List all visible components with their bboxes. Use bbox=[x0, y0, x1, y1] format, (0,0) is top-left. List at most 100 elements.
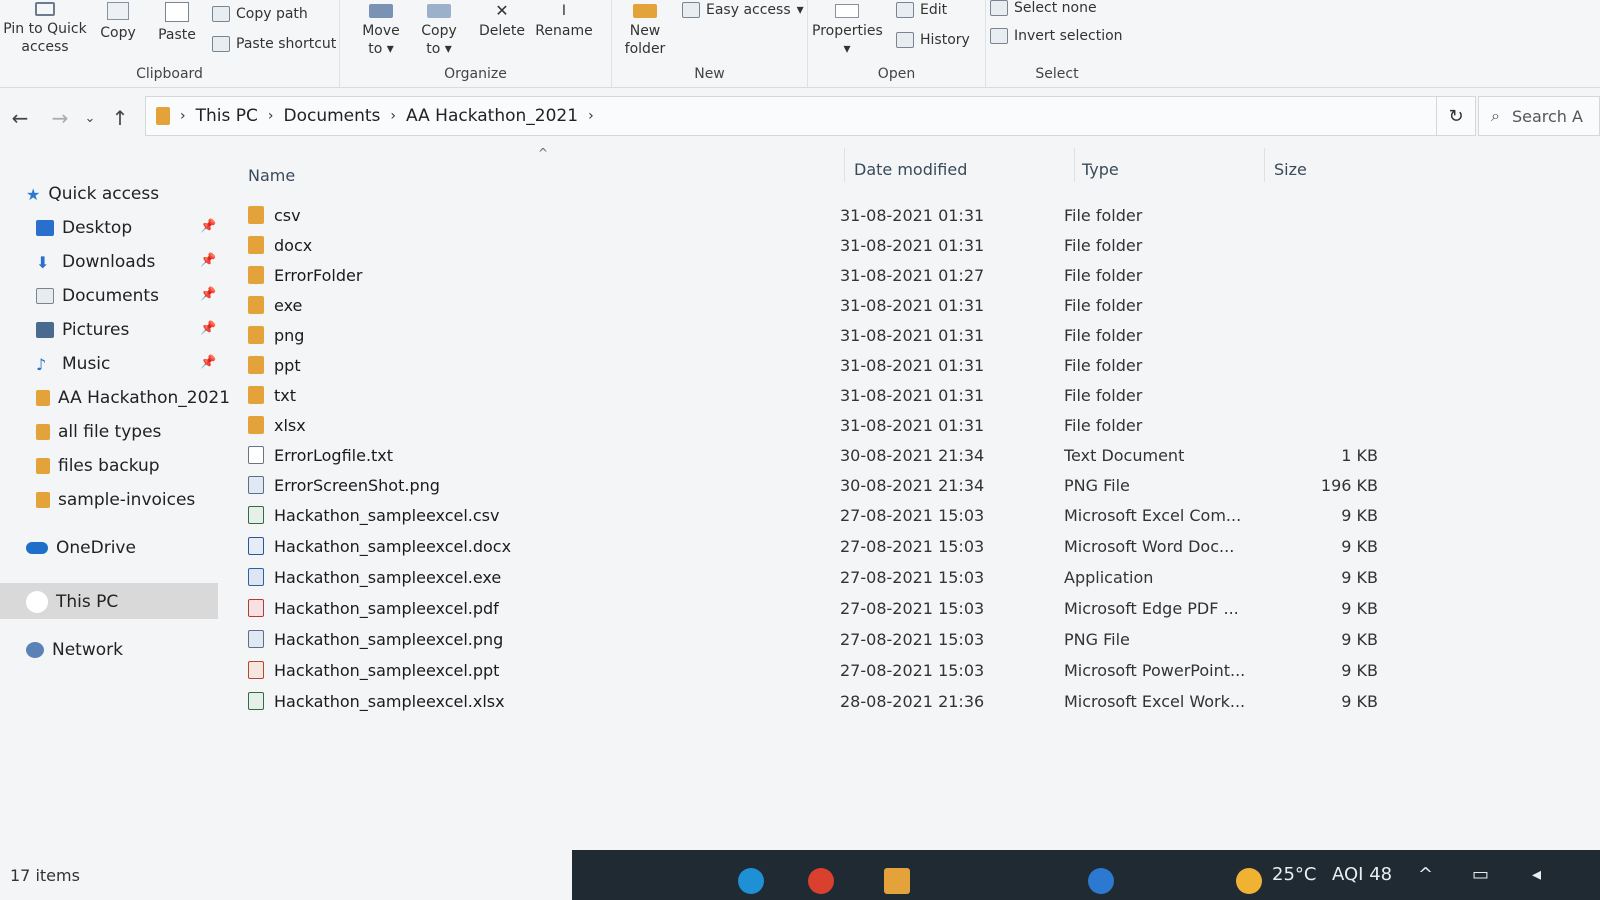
file-type: Microsoft Word Doc... bbox=[1064, 536, 1235, 556]
rename-button[interactable]: I Rename bbox=[534, 4, 594, 40]
file-date: 27-08-2021 15:03 bbox=[840, 567, 985, 587]
file-size: 9 KB bbox=[1341, 567, 1378, 587]
list-item[interactable]: ErrorLogfile.txt 30-08-2021 21:34 Text D… bbox=[248, 440, 1408, 470]
nav-item-all-file-types[interactable]: all file types bbox=[36, 418, 161, 446]
nav-label: Pictures bbox=[62, 320, 130, 340]
copy-button[interactable]: Copy bbox=[96, 2, 140, 42]
column-header-date[interactable]: Date modified bbox=[854, 152, 1064, 186]
nav-onedrive[interactable]: OneDrive bbox=[26, 534, 136, 562]
file-name: ErrorLogfile.txt bbox=[248, 440, 828, 470]
list-item[interactable]: Hackathon_sampleexcel.png 27-08-2021 15:… bbox=[248, 624, 1408, 654]
nav-item-sample-invoices[interactable]: sample-invoices bbox=[36, 486, 195, 514]
pin-icon bbox=[35, 2, 55, 16]
show-hidden-icons-icon[interactable]: ^ bbox=[1418, 864, 1433, 885]
file-date: 31-08-2021 01:27 bbox=[840, 265, 985, 285]
pin-icon[interactable]: 📌 bbox=[200, 253, 216, 268]
file-name-text: Hackathon_sampleexcel.pdf bbox=[274, 598, 499, 618]
network-status-icon[interactable]: ▭ bbox=[1472, 864, 1489, 885]
file-type: File folder bbox=[1064, 265, 1143, 285]
nav-item-documents[interactable]: Documents bbox=[36, 282, 159, 310]
nav-item-pictures[interactable]: Pictures bbox=[36, 316, 129, 344]
delete-button[interactable]: ✕ Delete bbox=[476, 3, 528, 40]
breadcrumb-separator-icon[interactable]: › bbox=[390, 108, 396, 124]
taskbar: 25°C AQI 48 ^ ▭ ◂ bbox=[572, 850, 1600, 900]
properties-button[interactable]: Properties ▾ bbox=[812, 4, 883, 58]
breadcrumb-separator-icon[interactable]: › bbox=[268, 108, 274, 124]
invert-selection-label: Invert selection bbox=[1014, 28, 1123, 44]
help-icon[interactable] bbox=[1088, 868, 1114, 894]
nav-item-music[interactable]: ♪ Music bbox=[36, 350, 110, 378]
search-input[interactable]: Search A bbox=[1512, 107, 1583, 126]
list-item[interactable]: ppt 31-08-2021 01:31 File folder bbox=[248, 350, 1408, 380]
list-item[interactable]: ErrorScreenShot.png 30-08-2021 21:34 PNG… bbox=[248, 470, 1408, 500]
move-to-button[interactable]: Move to ▾ bbox=[356, 4, 406, 58]
list-item[interactable]: png 31-08-2021 01:31 File folder bbox=[248, 320, 1408, 350]
new-folder-button[interactable]: New folder bbox=[620, 4, 670, 58]
search-box[interactable]: ⌕ Search A bbox=[1478, 96, 1600, 136]
column-header-size[interactable]: Size bbox=[1274, 152, 1394, 186]
refresh-button[interactable]: ↻ bbox=[1436, 96, 1476, 136]
pin-icon[interactable]: 📌 bbox=[200, 219, 216, 234]
breadcrumb-aa-hackathon[interactable]: AA Hackathon_2021 bbox=[406, 106, 578, 126]
breadcrumb-separator-icon[interactable]: › bbox=[588, 108, 594, 124]
pin-icon[interactable]: 📌 bbox=[200, 355, 216, 370]
paste-button[interactable]: Paste bbox=[154, 2, 200, 44]
nav-item-downloads[interactable]: ⬇ Downloads bbox=[36, 248, 155, 276]
nav-item-aa-hackathon[interactable]: AA Hackathon_2021 bbox=[36, 384, 230, 412]
list-item[interactable]: Hackathon_sampleexcel.docx 27-08-2021 15… bbox=[248, 531, 1408, 561]
chrome-icon[interactable] bbox=[808, 868, 834, 894]
status-item-count: 17 items bbox=[10, 866, 80, 885]
column-header-type[interactable]: Type bbox=[1082, 152, 1262, 186]
invert-selection-button[interactable]: Invert selection bbox=[990, 28, 1123, 44]
application-icon bbox=[248, 568, 264, 586]
pin-icon[interactable]: 📌 bbox=[200, 287, 216, 302]
list-item[interactable]: ErrorFolder 31-08-2021 01:27 File folder bbox=[248, 260, 1408, 290]
list-item[interactable]: Hackathon_sampleexcel.ppt 27-08-2021 15:… bbox=[248, 655, 1408, 685]
pin-icon[interactable]: 📌 bbox=[200, 321, 216, 336]
weather-temperature[interactable]: 25°C bbox=[1272, 864, 1316, 885]
breadcrumb-separator-icon[interactable]: › bbox=[180, 108, 186, 124]
nav-this-pc[interactable]: This PC bbox=[26, 588, 118, 616]
pin-quick-access-button[interactable]: Pin to Quick access bbox=[2, 2, 88, 56]
edit-button[interactable]: Edit bbox=[896, 2, 947, 18]
list-item[interactable]: Hackathon_sampleexcel.csv 27-08-2021 15:… bbox=[248, 500, 1408, 530]
nav-item-files-backup[interactable]: files backup bbox=[36, 452, 160, 480]
easy-access-button[interactable]: Easy access ▾ bbox=[682, 2, 804, 18]
file-type: Application bbox=[1064, 567, 1154, 587]
file-explorer-icon[interactable] bbox=[884, 868, 910, 894]
recent-locations-chevron-icon[interactable]: ⌄ bbox=[80, 111, 100, 126]
breadcrumb[interactable]: › This PC › Documents › AA Hackathon_202… bbox=[145, 96, 1475, 136]
history-button[interactable]: History bbox=[896, 32, 970, 48]
column-divider[interactable] bbox=[844, 148, 845, 182]
breadcrumb-documents[interactable]: Documents bbox=[283, 106, 380, 126]
list-item[interactable]: csv 31-08-2021 01:31 File folder bbox=[248, 200, 1408, 230]
nav-item-desktop[interactable]: Desktop bbox=[36, 214, 132, 242]
paste-shortcut-button[interactable]: Paste shortcut bbox=[212, 36, 336, 52]
back-arrow-icon[interactable]: ← bbox=[0, 106, 40, 130]
list-item[interactable]: txt 31-08-2021 01:31 File folder bbox=[248, 380, 1408, 410]
list-item[interactable]: Hackathon_sampleexcel.pdf 27-08-2021 15:… bbox=[248, 593, 1408, 623]
volume-icon[interactable]: ◂ bbox=[1532, 864, 1541, 885]
edge-icon[interactable] bbox=[738, 868, 764, 894]
copy-path-button[interactable]: Copy path bbox=[212, 6, 308, 22]
column-divider[interactable] bbox=[1264, 148, 1265, 182]
list-item[interactable]: Hackathon_sampleexcel.xlsx 28-08-2021 21… bbox=[248, 686, 1408, 716]
file-type: PNG File bbox=[1064, 629, 1130, 649]
list-item[interactable]: docx 31-08-2021 01:31 File folder bbox=[248, 230, 1408, 260]
column-divider[interactable] bbox=[1074, 148, 1075, 182]
copy-to-button[interactable]: Copy to ▾ bbox=[414, 4, 464, 58]
nav-network[interactable]: Network bbox=[26, 636, 123, 664]
breadcrumb-this-pc[interactable]: This PC bbox=[196, 106, 258, 126]
nav-quick-access[interactable]: ★ Quick access bbox=[26, 180, 159, 208]
up-arrow-icon[interactable]: ↑ bbox=[100, 106, 140, 130]
weather-icon[interactable] bbox=[1236, 868, 1262, 894]
column-header-name[interactable]: Name bbox=[248, 158, 828, 192]
select-none-button[interactable]: Select none bbox=[990, 0, 1097, 16]
list-item[interactable]: Hackathon_sampleexcel.exe 27-08-2021 15:… bbox=[248, 562, 1408, 592]
list-item[interactable]: xlsx 31-08-2021 01:31 File folder bbox=[248, 410, 1408, 440]
list-item[interactable]: exe 31-08-2021 01:31 File folder bbox=[248, 290, 1408, 320]
air-quality-index[interactable]: AQI 48 bbox=[1332, 864, 1392, 885]
forward-arrow-icon[interactable]: → bbox=[40, 106, 80, 130]
nav-label: sample-invoices bbox=[58, 490, 196, 510]
file-name-text: ErrorScreenShot.png bbox=[274, 475, 440, 495]
